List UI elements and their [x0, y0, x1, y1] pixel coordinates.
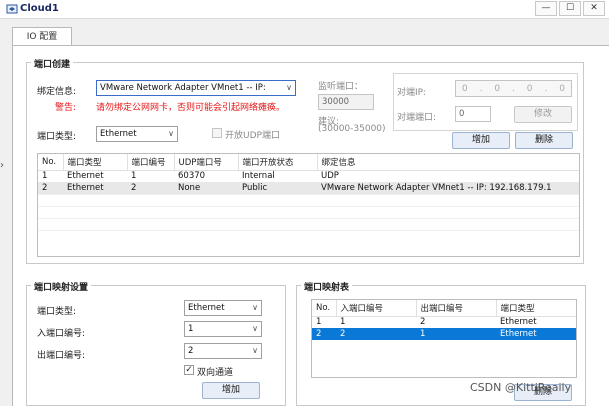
- column-header[interactable]: 绑定信息: [317, 154, 579, 171]
- table-cell: Ethernet: [496, 328, 576, 340]
- out-port-label: 出端口编号:: [37, 351, 86, 361]
- table-cell: 1: [316, 317, 322, 328]
- column-header[interactable]: 出端口编号: [416, 300, 497, 317]
- out-port-value: 2: [188, 346, 194, 356]
- modify-button[interactable]: 修改: [514, 106, 572, 123]
- table-cell: 2: [420, 317, 426, 328]
- chevron-down-icon: ∨: [252, 324, 258, 333]
- mapping-settings-title: 端口映射设置: [31, 280, 92, 293]
- mapping-table-header: No. 入端口编号 出端口编号 端口类型: [312, 300, 576, 317]
- table-row[interactable]: 1 Ethernet 1 60370 Internal UDP: [38, 170, 579, 182]
- port-type-label: 端口类型:: [37, 132, 77, 142]
- window-title: Cloud1: [20, 3, 59, 14]
- bind-info-value: VMware Network Adapter VMnet1 -- IP: 192…: [100, 83, 266, 93]
- peer-port-input[interactable]: 0: [455, 106, 491, 122]
- chevron-down-icon: ∨: [252, 303, 258, 312]
- delete-port-button[interactable]: 删除: [515, 132, 573, 149]
- listen-port-input[interactable]: 30000: [318, 94, 374, 110]
- table-row[interactable]: 1 1 2 Ethernet: [312, 316, 576, 328]
- table-row[interactable]: 2 Ethernet 2 None Public VMware Network …: [38, 182, 579, 194]
- chevron-down-icon: ∨: [252, 346, 258, 355]
- port-create-title: 端口创建: [31, 57, 74, 70]
- peer-ip-octet-4: 0: [559, 83, 565, 94]
- table-cell: None: [174, 182, 238, 194]
- chevron-down-icon: ∨: [286, 83, 292, 92]
- empty-row: [38, 205, 579, 218]
- table-cell: 2: [312, 328, 336, 340]
- column-header[interactable]: 端口类型: [63, 154, 128, 171]
- bind-info-select[interactable]: VMware Network Adapter VMnet1 -- IP: 192…: [96, 80, 296, 96]
- peer-ip-octet-1: 0: [461, 83, 468, 94]
- minimize-button[interactable]: —: [535, 1, 557, 16]
- table-cell: Ethernet: [63, 182, 127, 194]
- table-cell: 1: [42, 171, 48, 182]
- close-button[interactable]: ✕: [583, 1, 605, 16]
- map-port-type-select[interactable]: Ethernet ∨: [184, 300, 262, 316]
- table-cell: 1: [340, 317, 346, 328]
- peer-ip-input[interactable]: 0. 0. 0. 0: [455, 80, 572, 97]
- cursor-indicator: ›: [0, 160, 4, 171]
- add-mapping-button[interactable]: 增加: [202, 382, 260, 399]
- table-cell: 1: [131, 171, 137, 182]
- peer-ip-octet-2: 0: [494, 83, 501, 94]
- table-cell: Internal: [242, 171, 275, 182]
- table-cell: Ethernet: [67, 171, 104, 182]
- in-port-label: 入端口编号:: [37, 329, 86, 339]
- mapping-table-title: 端口映射表: [301, 280, 353, 293]
- column-header[interactable]: No.: [312, 300, 337, 317]
- column-header[interactable]: 入端口编号: [336, 300, 417, 317]
- table-cell: 1: [416, 328, 496, 340]
- open-udp-label: 开放UDP端口: [225, 131, 280, 141]
- port-type-value: Ethernet: [100, 129, 137, 139]
- table-cell: VMware Network Adapter VMnet1 -- IP: 192…: [317, 182, 579, 194]
- empty-row: [38, 229, 579, 242]
- in-port-select[interactable]: 1 ∨: [184, 321, 262, 337]
- maximize-button[interactable]: ☐: [559, 1, 581, 16]
- watermark: CSDN @KittiReaily: [470, 381, 572, 394]
- table-row-selected[interactable]: 2 2 1 Ethernet: [312, 328, 576, 340]
- table-cell: 2: [38, 182, 63, 194]
- column-header[interactable]: No.: [38, 154, 64, 171]
- port-type-select[interactable]: Ethernet ∨: [96, 126, 178, 142]
- warning-label: 警告:: [55, 103, 77, 113]
- ports-table[interactable]: No. 端口类型 端口编号 UDP端口号 端口开放状态 绑定信息 1 Ether…: [37, 153, 580, 257]
- warning-text: 请勿绑定公网网卡，否则可能会引起网络瘫痪。: [96, 103, 286, 113]
- open-udp-checkbox[interactable]: [212, 128, 222, 138]
- bind-info-label: 绑定信息:: [37, 87, 77, 97]
- column-header[interactable]: 端口开放状态: [238, 154, 318, 171]
- peer-ip-label: 对端IP:: [397, 88, 427, 98]
- peer-ip-octet-3: 0: [526, 83, 533, 94]
- mapping-table[interactable]: No. 入端口编号 出端口编号 端口类型 1 1 2 Ethernet 2 2 …: [311, 299, 577, 378]
- peer-port-label: 对端端口:: [397, 113, 437, 123]
- title-bar: Cloud1 — ☐ ✕: [0, 0, 609, 19]
- in-port-value: 1: [188, 324, 194, 334]
- column-header[interactable]: 端口编号: [127, 154, 175, 171]
- cloud-app-icon: [6, 4, 18, 14]
- map-port-type-value: Ethernet: [188, 303, 225, 313]
- listen-port-label: 监听端口：: [318, 82, 364, 92]
- out-port-select[interactable]: 2 ∨: [184, 343, 262, 359]
- table-cell: 2: [336, 328, 416, 340]
- chevron-down-icon: ∨: [168, 129, 174, 138]
- table-cell: Public: [238, 182, 317, 194]
- empty-row: [38, 217, 579, 230]
- add-port-button[interactable]: 增加: [452, 132, 510, 149]
- bidirectional-checkbox[interactable]: ✓: [184, 365, 194, 375]
- map-port-type-label: 端口类型:: [37, 307, 77, 317]
- bidirectional-label: 双向通道: [197, 368, 234, 378]
- table-cell: 2: [127, 182, 174, 194]
- table-cell: Ethernet: [500, 317, 537, 328]
- ports-table-header: No. 端口类型 端口编号 UDP端口号 端口开放状态 绑定信息: [38, 154, 579, 171]
- tab-io-config[interactable]: IO 配置: [12, 27, 72, 46]
- table-cell: 60370: [178, 171, 206, 182]
- empty-row: [38, 193, 579, 206]
- column-header[interactable]: UDP端口号: [174, 154, 239, 171]
- table-cell: UDP: [321, 171, 339, 182]
- suggest-range: (30000-35000): [318, 124, 386, 134]
- column-header[interactable]: 端口类型: [496, 300, 576, 317]
